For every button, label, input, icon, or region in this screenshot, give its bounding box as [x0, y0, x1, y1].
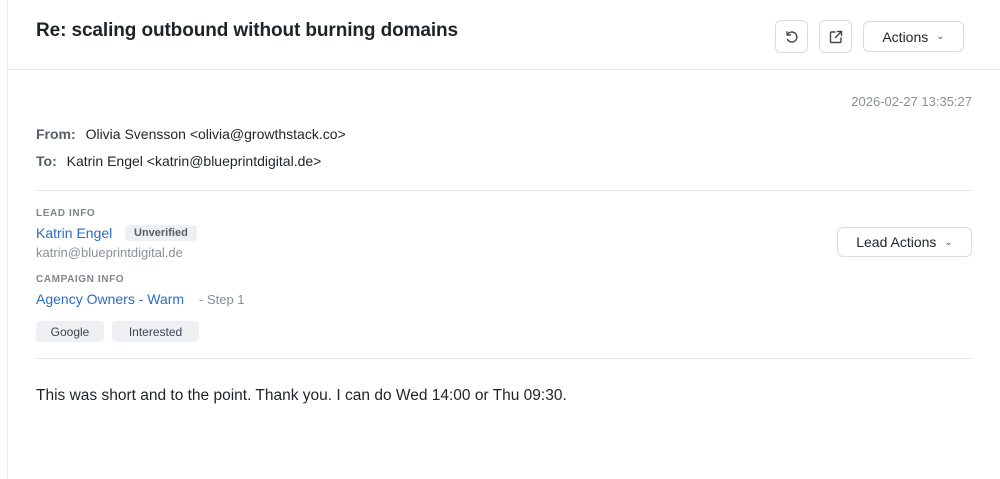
refresh-icon: [785, 30, 798, 43]
email-timestamp: 2026-02-27 13:35:27: [851, 94, 972, 109]
lead-actions-dropdown[interactable]: Lead Actions ⌄: [837, 227, 972, 257]
campaign-name-link[interactable]: Agency Owners - Warm: [36, 291, 184, 307]
divider: [36, 358, 972, 359]
left-border: [7, 0, 8, 479]
status-badge: Unverified: [125, 225, 197, 241]
external-link-icon: [829, 30, 842, 43]
actions-dropdown[interactable]: Actions ⌄: [863, 21, 964, 52]
email-subject: Re: scaling outbound without burning dom…: [36, 20, 459, 41]
chevron-down-icon: ⌄: [944, 236, 953, 248]
lead-name-link[interactable]: Katrin Engel: [36, 225, 112, 241]
lead-actions-label: Lead Actions: [856, 234, 937, 250]
chevron-down-icon: ⌄: [936, 31, 945, 42]
lead-info-label: LEAD INFO: [36, 208, 96, 219]
lead-email: katrin@blueprintdigital.de: [36, 245, 183, 260]
tag-interested: Interested: [112, 321, 199, 342]
to-value: Katrin Engel <katrin@blueprintdigital.de…: [66, 153, 322, 169]
campaign-info-label: CAMPAIGN INFO: [36, 274, 125, 285]
to-label: To:: [36, 153, 57, 169]
from-label: From:: [36, 126, 76, 142]
to-row: To: Katrin Engel <katrin@blueprintdigita…: [36, 153, 321, 169]
from-row: From: Olivia Svensson <olivia@growthstac…: [36, 126, 346, 142]
email-body: This was short and to the point. Thank y…: [36, 387, 567, 404]
from-value: Olivia Svensson <olivia@growthstack.co>: [85, 126, 346, 142]
tag-google: Google: [36, 321, 104, 342]
campaign-step: - Step 1: [199, 292, 245, 307]
actions-label: Actions: [882, 28, 929, 45]
open-external-button[interactable]: [819, 20, 852, 53]
divider: [36, 190, 972, 191]
refresh-button[interactable]: [775, 20, 808, 53]
